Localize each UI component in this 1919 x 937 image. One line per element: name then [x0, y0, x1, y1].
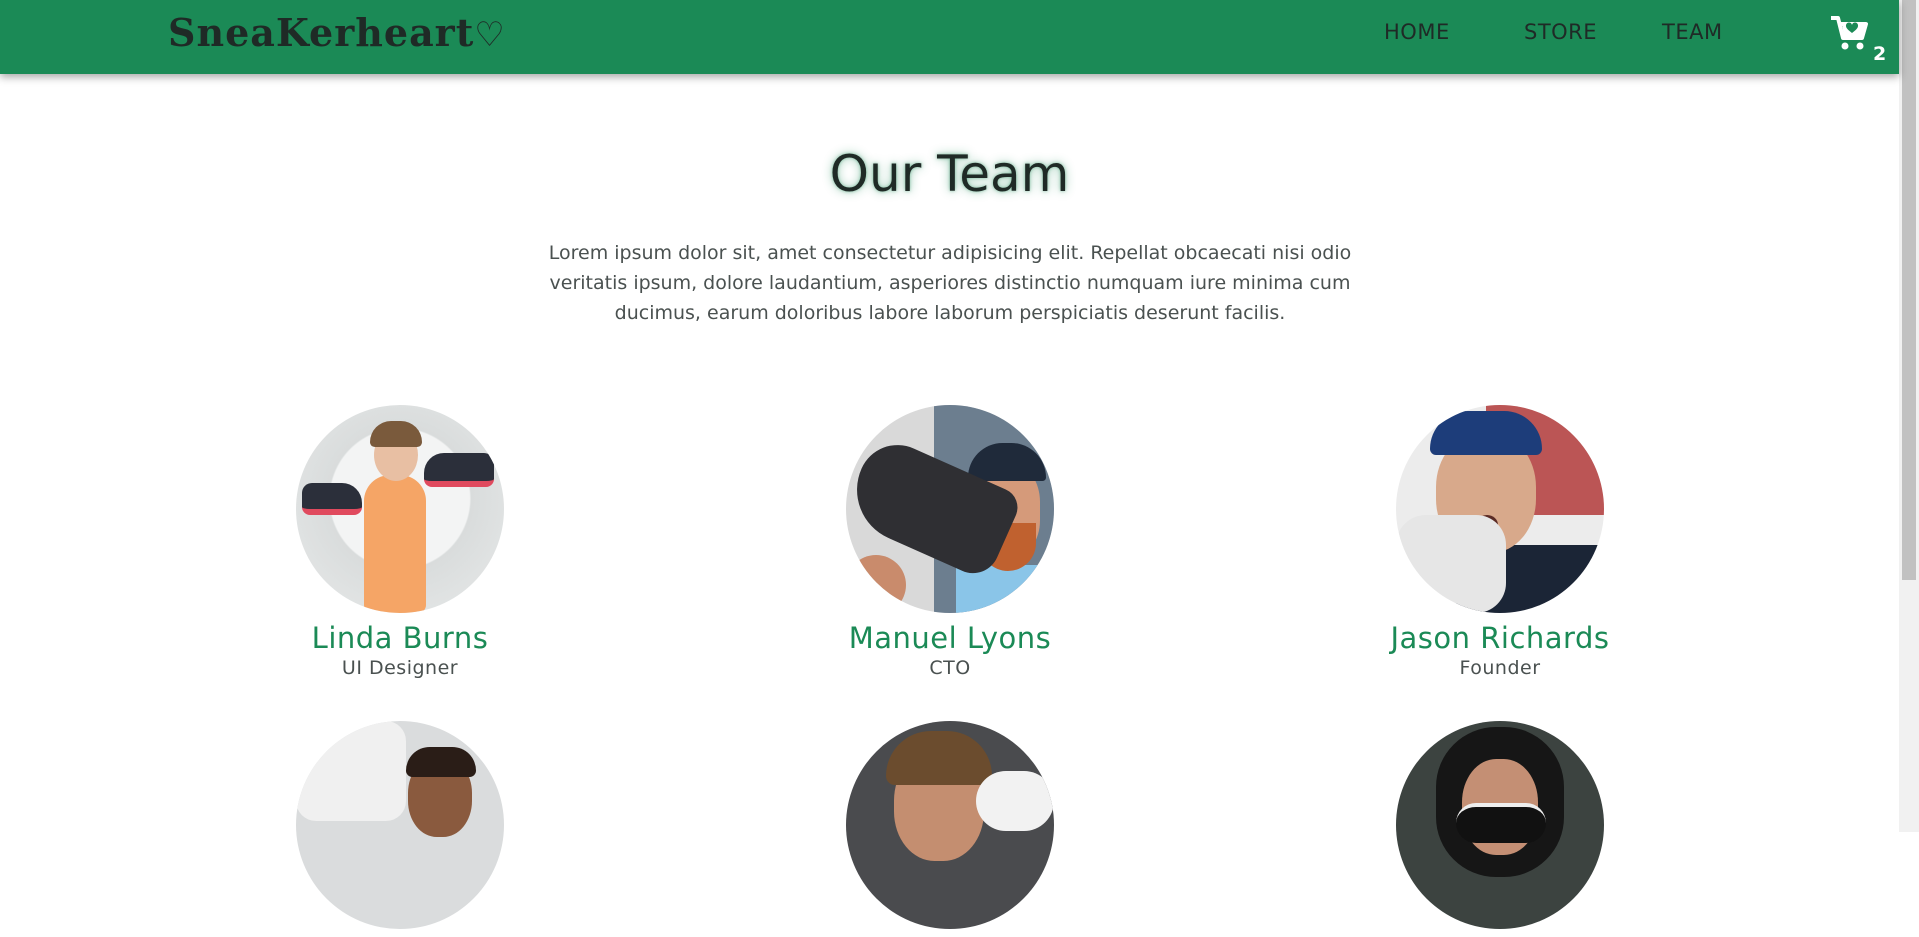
team-member-card: [250, 721, 550, 937]
member-photo: [846, 721, 1054, 929]
member-photo: [296, 405, 504, 613]
team-member-card: Manuel Lyons CTO: [800, 405, 1100, 679]
member-name: Manuel Lyons: [848, 621, 1052, 655]
member-role: UI Designer: [341, 657, 459, 679]
page-title: Our Team: [829, 145, 1070, 203]
navbar: SneaKerheart♡ HOME STORE TEAM 2: [0, 0, 1899, 74]
team-member-card: Linda Burns UI Designer: [250, 405, 550, 679]
logo-heart: ♡: [474, 15, 506, 55]
member-photo: [296, 721, 504, 929]
team-member-card: Jason Richards Founder: [1350, 405, 1650, 679]
member-role: Founder: [1459, 657, 1541, 679]
member-name: Linda Burns: [311, 621, 489, 655]
team-member-card: [1350, 721, 1650, 937]
member-photo: [1396, 721, 1604, 929]
cart-count-badge: 2: [1873, 43, 1887, 65]
member-role: CTO: [929, 657, 971, 679]
member-photo: [846, 405, 1054, 613]
vertical-scrollbar[interactable]: [1899, 0, 1919, 832]
team-intro-text: Lorem ipsum dolor sit, amet consectetur …: [548, 242, 1352, 324]
member-photo: [1396, 405, 1604, 613]
nav-home-link[interactable]: HOME: [1384, 20, 1450, 44]
team-member-card: [800, 721, 1100, 937]
nav-store-link[interactable]: STORE: [1524, 20, 1597, 44]
site-logo[interactable]: SneaKerheart♡: [168, 10, 506, 55]
logo-text: SneaKerheart: [168, 10, 475, 55]
nav-team-link[interactable]: TEAM: [1662, 20, 1723, 44]
scrollbar-thumb[interactable]: [1902, 0, 1916, 580]
member-name: Jason Richards: [1390, 621, 1610, 655]
shopping-cart-icon[interactable]: [1829, 14, 1869, 54]
